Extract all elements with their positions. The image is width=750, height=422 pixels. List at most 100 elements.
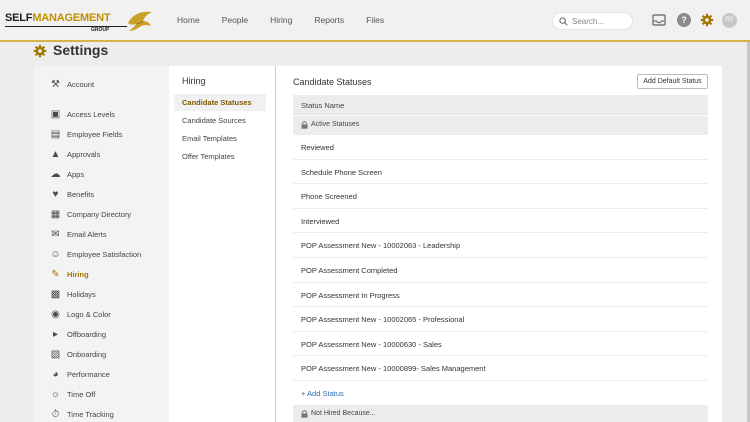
help-icon[interactable]: ? bbox=[677, 13, 691, 27]
sidebar-item-label: Hiring bbox=[67, 270, 89, 279]
status-name: Phone Screened bbox=[301, 192, 357, 202]
sidebar-item-label: Email Alerts bbox=[67, 230, 107, 239]
top-bar: SELFMANAGEMENT GROUP Home People Hiring … bbox=[0, 0, 750, 42]
heart-icon: ♥ bbox=[52, 189, 59, 200]
table-row[interactable]: POP Assessment New - 10000899- Sales Man… bbox=[293, 356, 708, 381]
active-statuses-group: Active Statuses bbox=[293, 116, 708, 135]
status-name: Interviewed bbox=[301, 216, 340, 226]
fields-icon: ▤ bbox=[50, 129, 61, 140]
table-row[interactable]: Interviewed bbox=[293, 209, 708, 234]
sidebar-item-label: Employee Fields bbox=[67, 130, 123, 139]
sidebar-item-hiring[interactable]: ✎ Hiring bbox=[50, 268, 168, 282]
gift-icon: ▩ bbox=[50, 289, 61, 300]
sidebar-item-performance[interactable]: ◕ Performance bbox=[50, 368, 168, 382]
subnav-offer-templates[interactable]: Offer Templates bbox=[174, 148, 266, 165]
settings-panel: ⚒ Account ▣ Access Levels ▤ Employee Fie… bbox=[34, 66, 722, 422]
thumbs-up-icon: ▲ bbox=[50, 149, 61, 160]
stopwatch-icon: ⏱ bbox=[51, 409, 60, 420]
table-row[interactable]: POP Assessment New - 10000630 - Sales bbox=[293, 332, 708, 357]
status-name: POP Assessment Completed bbox=[301, 266, 398, 275]
sidebar-item-email-alerts[interactable]: ✉ Email Alerts bbox=[50, 228, 168, 242]
sidebar-item-benefits[interactable]: ♥ Benefits bbox=[50, 188, 168, 202]
table-row[interactable]: Phone Screened bbox=[293, 184, 708, 209]
table-header: Status Name bbox=[293, 95, 708, 115]
nav-reports[interactable]: Reports bbox=[314, 15, 344, 25]
settings-gear-icon[interactable] bbox=[700, 13, 714, 27]
table-row[interactable]: POP Assessment New - 10002065 - Professi… bbox=[293, 307, 708, 332]
sidebar-item-label: Approvals bbox=[67, 150, 101, 159]
table-row[interactable]: POP Assessment In Progress bbox=[293, 283, 708, 308]
gauge-icon: ◕ bbox=[52, 369, 59, 380]
eagle-icon bbox=[128, 11, 152, 31]
subnav-candidate-statuses[interactable]: Candidate Statuses bbox=[174, 94, 266, 111]
search-icon bbox=[559, 17, 568, 26]
inbox-icon[interactable] bbox=[652, 13, 666, 27]
column-header-status-name: Status Name bbox=[301, 101, 345, 110]
sidebar-item-label: Time Off bbox=[67, 390, 96, 399]
page-title-text: Settings bbox=[53, 42, 109, 58]
sidebar-item-offboarding[interactable]: ▸ Offboarding bbox=[50, 328, 168, 342]
status-name: POP Assessment New - 10002063 - Leadersh… bbox=[301, 241, 461, 251]
subnav-heading: Hiring bbox=[182, 76, 206, 86]
sidebar-item-access-levels[interactable]: ▣ Access Levels bbox=[50, 108, 168, 122]
gear-icon bbox=[33, 44, 47, 58]
status-name: Reviewed bbox=[301, 143, 334, 152]
sidebar-item-approvals[interactable]: ▲ Approvals bbox=[50, 148, 168, 162]
search-placeholder: Search... bbox=[572, 17, 605, 26]
group-label: Not Hired Because... bbox=[311, 410, 376, 417]
nav-hiring[interactable]: Hiring bbox=[270, 15, 292, 25]
company-logo[interactable]: SELFMANAGEMENT GROUP bbox=[5, 9, 155, 33]
nav-home[interactable]: Home bbox=[177, 15, 200, 25]
sidebar-item-label: Performance bbox=[67, 370, 110, 379]
search-input[interactable]: Search... bbox=[552, 12, 633, 30]
logo-sub: GROUP bbox=[91, 27, 110, 33]
smile-icon: ☺ bbox=[50, 249, 61, 260]
sidebar-item-company-directory[interactable]: ▦ Company Directory bbox=[50, 208, 168, 222]
status-name: POP Assessment New - 10002065 - Professi… bbox=[301, 315, 465, 325]
sidebar-item-account[interactable]: ⚒ Account bbox=[50, 78, 168, 92]
status-name: POP Assessment New - 10000899- Sales Man… bbox=[301, 364, 486, 374]
logo-accent: MANAGEMENT bbox=[32, 12, 111, 24]
sidebar-item-label: Offboarding bbox=[67, 330, 107, 339]
status-name: Schedule Phone Screen bbox=[301, 167, 382, 177]
sidebar-item-label: Employee Satisfaction bbox=[67, 250, 142, 259]
sidebar-item-time-off[interactable]: ☼ Time Off bbox=[50, 388, 168, 402]
settings-sidebar: ⚒ Account ▣ Access Levels ▤ Employee Fie… bbox=[34, 66, 169, 422]
sidebar-item-employee-fields[interactable]: ▤ Employee Fields bbox=[50, 128, 168, 142]
sidebar-item-holidays[interactable]: ▩ Holidays bbox=[50, 288, 168, 302]
sidebar-item-apps[interactable]: ☁ Apps bbox=[50, 168, 168, 182]
offboarding-icon: ▸ bbox=[52, 329, 59, 340]
subnav-candidate-sources[interactable]: Candidate Sources bbox=[174, 112, 266, 129]
sidebar-item-employee-satisfaction[interactable]: ☺ Employee Satisfaction bbox=[50, 248, 168, 262]
not-hired-group: Not Hired Because... bbox=[293, 405, 708, 422]
sidebar-item-label: Time Tracking bbox=[67, 410, 114, 419]
table-row[interactable]: Reviewed bbox=[293, 135, 708, 160]
sidebar-item-label: Company Directory bbox=[67, 210, 132, 219]
cloud-icon: ☁ bbox=[50, 169, 61, 180]
table-row[interactable]: POP Assessment Completed bbox=[293, 258, 708, 283]
logo-main: SELF bbox=[5, 12, 33, 24]
add-default-status-button[interactable]: Add Default Status bbox=[637, 74, 708, 89]
sidebar-item-logo-color[interactable]: ◉ Logo & Color bbox=[50, 308, 168, 322]
sidebar-item-label: Holidays bbox=[67, 290, 96, 299]
status-name: POP Assessment In Progress bbox=[301, 290, 400, 300]
directory-icon: ▦ bbox=[50, 209, 61, 220]
lock-icon: ▣ bbox=[50, 109, 61, 120]
subnav-email-templates[interactable]: Email Templates bbox=[174, 130, 266, 147]
nav-files[interactable]: Files bbox=[366, 15, 384, 25]
table-row[interactable]: POP Assessment New - 10002063 - Leadersh… bbox=[293, 233, 708, 258]
sidebar-item-time-tracking[interactable]: ⏱ Time Tracking bbox=[50, 408, 168, 422]
clipboard-icon: ✎ bbox=[51, 269, 60, 280]
palette-icon: ◉ bbox=[51, 309, 60, 320]
sidebar-item-onboarding[interactable]: ▧ Onboarding bbox=[50, 348, 168, 362]
avatar[interactable]: RS bbox=[722, 13, 737, 28]
sidebar-item-label: Logo & Color bbox=[67, 310, 111, 319]
nav-people[interactable]: People bbox=[222, 15, 248, 25]
lock-icon bbox=[301, 410, 308, 418]
main-nav: Home People Hiring Reports Files bbox=[177, 15, 406, 25]
sidebar-item-label: Access Levels bbox=[67, 110, 115, 119]
add-status-link[interactable]: + Add Status bbox=[301, 389, 344, 398]
lock-icon bbox=[301, 121, 308, 129]
group-label: Active Statuses bbox=[311, 121, 360, 128]
table-row[interactable]: Schedule Phone Screen bbox=[293, 160, 708, 185]
